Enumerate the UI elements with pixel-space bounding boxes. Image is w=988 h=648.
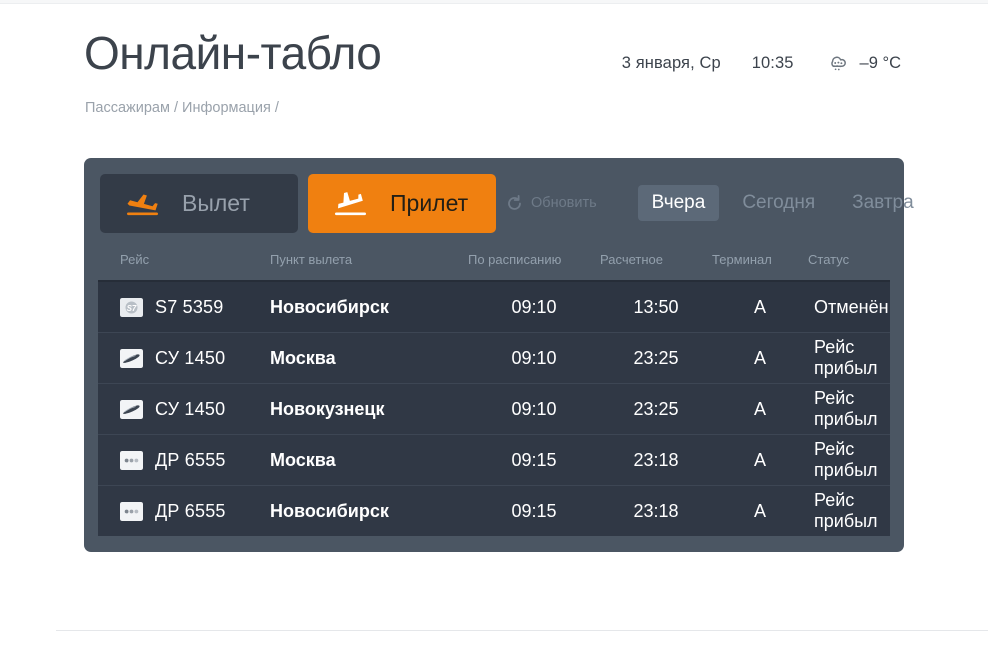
- plane-landing-icon: [335, 192, 366, 216]
- table-header-row: Рейс Пункт вылета По расписанию Расчетно…: [98, 244, 890, 282]
- cell-scheduled: 09:10: [468, 383, 600, 435]
- cell-flight: ДР 6555: [98, 485, 270, 536]
- current-time: 10:35: [751, 53, 794, 72]
- status-badge: Рейс прибыл: [808, 383, 890, 435]
- column-header-status: Статус: [808, 244, 890, 282]
- board-controls: Обновить Вчера Сегодня Завтра: [496, 185, 936, 221]
- cell-flight: СУ 1450: [98, 332, 270, 384]
- flight-number: СУ 1450: [155, 347, 226, 368]
- cell-estimated: 23:25: [600, 332, 712, 384]
- flight-number: ДР 6555: [155, 449, 226, 470]
- table-row[interactable]: S7 S7 5359 Новосибирск 09:10 13:50 A Отм…: [98, 280, 890, 333]
- status-badge: Рейс прибыл: [808, 332, 890, 384]
- aeroflot-logo-icon: [120, 399, 143, 419]
- status-badge: Отменён: [808, 280, 890, 333]
- cell-flight: S7 S7 5359: [98, 280, 270, 333]
- page: Онлайн-табло Пассажирам / Информация / 3…: [0, 4, 988, 552]
- column-header-scheduled: По расписанию: [468, 244, 600, 282]
- table-row[interactable]: ДР 6555 Москва 09:15 23:18 A Рейс прибыл: [98, 434, 890, 486]
- column-header-terminal: Терминал: [712, 244, 808, 282]
- dots-logo-icon: [120, 450, 143, 470]
- plane-takeoff-icon: [127, 194, 158, 216]
- current-date: 3 января, Ср: [621, 53, 721, 72]
- column-header-point: Пункт вылета: [270, 244, 468, 282]
- cell-estimated: 23:25: [600, 383, 712, 435]
- cell-flight: ДР 6555: [98, 434, 270, 486]
- cell-scheduled: 09:10: [468, 332, 600, 384]
- cell-scheduled: 09:15: [468, 485, 600, 536]
- column-header-flight: Рейс: [98, 244, 270, 282]
- cell-terminal: A: [712, 485, 808, 536]
- flight-number: СУ 1450: [155, 398, 226, 419]
- flights-table: Рейс Пункт вылета По расписанию Расчетно…: [98, 244, 890, 536]
- cell-terminal: A: [712, 280, 808, 333]
- cell-terminal: A: [712, 332, 808, 384]
- cell-estimated: 23:18: [600, 485, 712, 536]
- breadcrumb: Пассажирам / Информация /: [85, 100, 279, 116]
- table-row[interactable]: СУ 1450 Москва 09:10 23:25 A Рейс прибыл: [98, 332, 890, 384]
- refresh-label: Обновить: [531, 195, 597, 211]
- status-badge: Рейс прибыл: [808, 485, 890, 536]
- cell-estimated: 13:50: [600, 280, 712, 333]
- flights-table-body: S7 S7 5359 Новосибирск 09:10 13:50 A Отм…: [98, 280, 890, 536]
- refresh-icon: [508, 194, 521, 210]
- flight-number: S7 5359: [155, 296, 224, 317]
- day-button-tomorrow[interactable]: Завтра: [838, 185, 928, 221]
- aeroflot-logo-icon: [120, 348, 143, 368]
- flights-table-header: Рейс Пункт вылета По расписанию Расчетно…: [98, 244, 890, 282]
- tab-departure-label: Вылет: [182, 189, 250, 216]
- table-row[interactable]: СУ 1450 Новокузнецк 09:10 23:25 A Рейс п…: [98, 383, 890, 435]
- cell-point: Новосибирск: [270, 280, 468, 333]
- flight-board-panel: Вылет Прилет Обновить Вчера Сегодня Завт…: [84, 158, 914, 552]
- dots-logo-icon: [120, 501, 143, 521]
- tab-departure[interactable]: Вылет: [100, 173, 298, 233]
- table-row[interactable]: ДР 6555 Новосибирск 09:15 23:18 A Рейс п…: [98, 485, 890, 536]
- cell-point: Москва: [270, 332, 468, 384]
- flight-number: ДР 6555: [155, 500, 226, 521]
- status-badge: Рейс прибыл: [808, 434, 890, 486]
- column-header-estimated: Расчетное: [600, 244, 712, 282]
- cell-point: Новокузнецк: [270, 383, 468, 435]
- snow-cloud-icon: [830, 56, 846, 71]
- tab-arrival-label: Прилет: [390, 189, 469, 216]
- tab-arrival[interactable]: Прилет: [308, 173, 496, 233]
- cell-scheduled: 09:10: [468, 280, 600, 333]
- page-header: Онлайн-табло Пассажирам / Информация / 3…: [56, 4, 932, 124]
- board-toolbar: Вылет Прилет Обновить Вчера Сегодня Завт…: [98, 172, 914, 234]
- refresh-button[interactable]: Обновить: [496, 189, 607, 218]
- cell-point: Москва: [270, 434, 468, 486]
- s7-logo-icon: S7: [120, 297, 143, 317]
- footer-divider: [56, 630, 988, 631]
- header-meta: 3 января, Ср 10:35 –9 °C: [622, 51, 901, 75]
- cell-point: Новосибирск: [270, 485, 468, 536]
- cell-flight: СУ 1450: [98, 383, 270, 435]
- cell-terminal: A: [712, 383, 808, 435]
- svg-text:S7: S7: [127, 304, 137, 313]
- cell-scheduled: 09:15: [468, 434, 600, 486]
- weather: –9 °C: [825, 51, 901, 75]
- day-button-yesterday[interactable]: Вчера: [637, 185, 720, 221]
- day-button-today[interactable]: Сегодня: [728, 185, 829, 221]
- cell-terminal: A: [712, 434, 808, 486]
- page-title: Онлайн-табло: [84, 27, 382, 79]
- temperature: –9 °C: [859, 53, 901, 72]
- cell-estimated: 23:18: [600, 434, 712, 486]
